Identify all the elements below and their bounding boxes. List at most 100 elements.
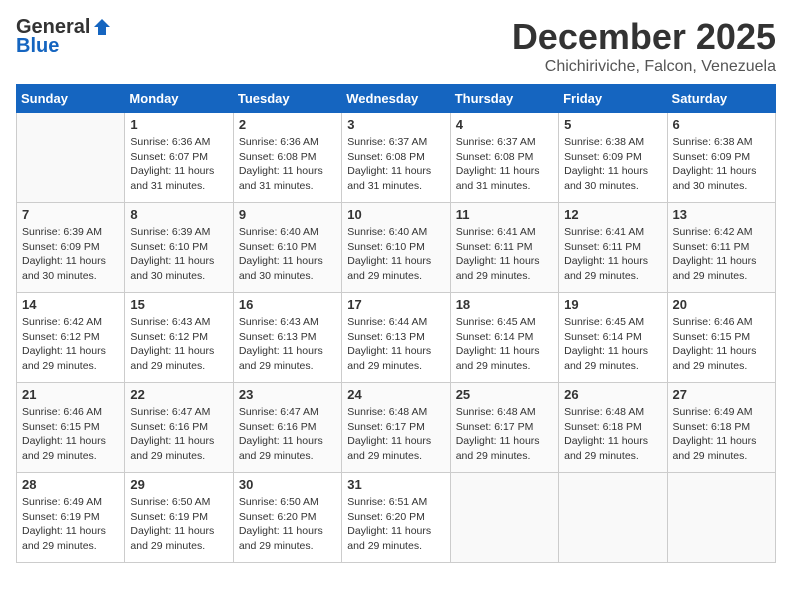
day-number: 14 — [22, 297, 119, 312]
day-info: Sunrise: 6:47 AMSunset: 6:16 PMDaylight:… — [239, 405, 336, 464]
page-header: General Blue December 2025 Chichiriviche… — [16, 16, 776, 76]
calendar-cell — [17, 113, 125, 203]
calendar-cell: 1Sunrise: 6:36 AMSunset: 6:07 PMDaylight… — [125, 113, 233, 203]
calendar-cell — [450, 473, 558, 563]
day-number: 13 — [673, 207, 770, 222]
calendar-cell: 6 Sunrise: 6:38 AMSunset: 6:09 PMDaylight… — [667, 113, 775, 203]
day-info: Sunrise: 6:39 AMSunset: 6:09 PMDaylight:… — [22, 225, 119, 284]
calendar-cell: 5Sunrise: 6:38 AMSunset: 6:09 PMDaylight… — [559, 113, 667, 203]
day-info: Sunrise: 6:41 AMSunset: 6:11 PMDaylight:… — [456, 225, 553, 284]
calendar-cell: 22 Sunrise: 6:47 AMSunset: 6:16 PMDayligh… — [125, 383, 233, 473]
day-number: 22 — [130, 387, 227, 402]
calendar-cell: 9Sunrise: 6:40 AMSunset: 6:10 PMDaylight… — [233, 203, 341, 293]
day-info: Sunrise: 6:39 AMSunset: 6:10 PMDaylight:… — [130, 225, 227, 284]
calendar-cell: 28 Sunrise: 6:49 AMSunset: 6:19 PMDayligh… — [17, 473, 125, 563]
day-info: Sunrise: 6:40 AMSunset: 6:10 PMDaylight:… — [239, 225, 336, 284]
calendar-cell: 26Sunrise: 6:48 AMSunset: 6:18 PMDayligh… — [559, 383, 667, 473]
location-subtitle: Chichiriviche, Falcon, Venezuela — [512, 58, 776, 76]
day-number: 3 — [347, 117, 444, 132]
day-number: 4 — [456, 117, 553, 132]
day-number: 29 — [130, 477, 227, 492]
calendar-week-row: 1Sunrise: 6:36 AMSunset: 6:07 PMDaylight… — [17, 113, 776, 203]
day-info: Sunrise: 6:45 AMSunset: 6:14 PMDaylight:… — [456, 315, 553, 374]
title-block: December 2025 Chichiriviche, Falcon, Ven… — [512, 16, 776, 76]
calendar-cell: 21Sunrise: 6:46 AMSunset: 6:15 PMDayligh… — [17, 383, 125, 473]
day-number: 28 — [22, 477, 119, 492]
day-info: Sunrise: 6:38 AMSunset: 6:09 PMDaylight:… — [673, 135, 770, 194]
calendar-week-row: 21Sunrise: 6:46 AMSunset: 6:15 PMDayligh… — [17, 383, 776, 473]
calendar-cell: 17 Sunrise: 6:44 AMSunset: 6:13 PMDayligh… — [342, 293, 450, 383]
day-number: 12 — [564, 207, 661, 222]
calendar-cell: 29 Sunrise: 6:50 AMSunset: 6:19 PMDayligh… — [125, 473, 233, 563]
day-number: 10 — [347, 207, 444, 222]
weekday-header-saturday: Saturday — [667, 85, 775, 113]
day-info: Sunrise: 6:49 AMSunset: 6:19 PMDaylight:… — [22, 495, 119, 554]
weekday-header-monday: Monday — [125, 85, 233, 113]
calendar-cell: 23 Sunrise: 6:47 AMSunset: 6:16 PMDayligh… — [233, 383, 341, 473]
day-info: Sunrise: 6:50 AMSunset: 6:19 PMDaylight:… — [130, 495, 227, 554]
day-info: Sunrise: 6:48 AMSunset: 6:17 PMDaylight:… — [347, 405, 444, 464]
calendar-week-row: 28 Sunrise: 6:49 AMSunset: 6:19 PMDayligh… — [17, 473, 776, 563]
day-info: Sunrise: 6:37 AMSunset: 6:08 PMDaylight:… — [347, 135, 444, 194]
day-number: 15 — [130, 297, 227, 312]
day-number: 27 — [673, 387, 770, 402]
day-number: 6 — [673, 117, 770, 132]
day-info: Sunrise: 6:40 AMSunset: 6:10 PMDaylight:… — [347, 225, 444, 284]
day-number: 16 — [239, 297, 336, 312]
calendar-cell: 16 Sunrise: 6:43 AMSunset: 6:13 PMDayligh… — [233, 293, 341, 383]
day-info: Sunrise: 6:43 AMSunset: 6:13 PMDaylight:… — [239, 315, 336, 374]
calendar-cell: 15Sunrise: 6:43 AMSunset: 6:12 PMDayligh… — [125, 293, 233, 383]
day-info: Sunrise: 6:38 AMSunset: 6:09 PMDaylight:… — [564, 135, 661, 194]
calendar-cell: 27 Sunrise: 6:49 AMSunset: 6:18 PMDayligh… — [667, 383, 775, 473]
day-info: Sunrise: 6:45 AMSunset: 6:14 PMDaylight:… — [564, 315, 661, 374]
calendar-week-row: 7Sunrise: 6:39 AMSunset: 6:09 PMDaylight… — [17, 203, 776, 293]
calendar-cell: 14 Sunrise: 6:42 AMSunset: 6:12 PMDayligh… — [17, 293, 125, 383]
day-info: Sunrise: 6:46 AMSunset: 6:15 PMDaylight:… — [673, 315, 770, 374]
day-number: 17 — [347, 297, 444, 312]
day-number: 25 — [456, 387, 553, 402]
weekday-header-tuesday: Tuesday — [233, 85, 341, 113]
weekday-header-friday: Friday — [559, 85, 667, 113]
day-info: Sunrise: 6:42 AMSunset: 6:11 PMDaylight:… — [673, 225, 770, 284]
day-number: 8 — [130, 207, 227, 222]
calendar-cell: 19 Sunrise: 6:45 AMSunset: 6:14 PMDayligh… — [559, 293, 667, 383]
day-number: 30 — [239, 477, 336, 492]
day-info: Sunrise: 6:51 AMSunset: 6:20 PMDaylight:… — [347, 495, 444, 554]
logo-icon — [92, 17, 112, 37]
calendar-cell — [559, 473, 667, 563]
day-info: Sunrise: 6:47 AMSunset: 6:16 PMDaylight:… — [130, 405, 227, 464]
calendar-week-row: 14 Sunrise: 6:42 AMSunset: 6:12 PMDayligh… — [17, 293, 776, 383]
day-info: Sunrise: 6:36 AMSunset: 6:08 PMDaylight:… — [239, 135, 336, 194]
calendar-cell: 4 Sunrise: 6:37 AMSunset: 6:08 PMDaylight… — [450, 113, 558, 203]
day-info: Sunrise: 6:50 AMSunset: 6:20 PMDaylight:… — [239, 495, 336, 554]
calendar-cell: 30 Sunrise: 6:50 AMSunset: 6:20 PMDayligh… — [233, 473, 341, 563]
day-number: 24 — [347, 387, 444, 402]
calendar-cell: 2 Sunrise: 6:36 AMSunset: 6:08 PMDaylight… — [233, 113, 341, 203]
calendar-table: SundayMondayTuesdayWednesdayThursdayFrid… — [16, 84, 776, 563]
weekday-header-sunday: Sunday — [17, 85, 125, 113]
day-number: 11 — [456, 207, 553, 222]
day-number: 26 — [564, 387, 661, 402]
day-number: 18 — [456, 297, 553, 312]
day-number: 23 — [239, 387, 336, 402]
day-number: 2 — [239, 117, 336, 132]
weekday-header-row: SundayMondayTuesdayWednesdayThursdayFrid… — [17, 85, 776, 113]
day-info: Sunrise: 6:49 AMSunset: 6:18 PMDaylight:… — [673, 405, 770, 464]
calendar-cell: 12 Sunrise: 6:41 AMSunset: 6:11 PMDayligh… — [559, 203, 667, 293]
month-title: December 2025 — [512, 16, 776, 58]
calendar-cell: 3 Sunrise: 6:37 AMSunset: 6:08 PMDaylight… — [342, 113, 450, 203]
day-info: Sunrise: 6:44 AMSunset: 6:13 PMDaylight:… — [347, 315, 444, 374]
logo: General Blue — [16, 16, 112, 58]
weekday-header-wednesday: Wednesday — [342, 85, 450, 113]
day-info: Sunrise: 6:46 AMSunset: 6:15 PMDaylight:… — [22, 405, 119, 464]
logo-blue-text: Blue — [16, 35, 59, 58]
day-number: 31 — [347, 477, 444, 492]
calendar-cell: 18 Sunrise: 6:45 AMSunset: 6:14 PMDayligh… — [450, 293, 558, 383]
day-info: Sunrise: 6:37 AMSunset: 6:08 PMDaylight:… — [456, 135, 553, 194]
day-info: Sunrise: 6:42 AMSunset: 6:12 PMDaylight:… — [22, 315, 119, 374]
calendar-cell: 13 Sunrise: 6:42 AMSunset: 6:11 PMDayligh… — [667, 203, 775, 293]
calendar-cell: 24 Sunrise: 6:48 AMSunset: 6:17 PMDayligh… — [342, 383, 450, 473]
day-number: 19 — [564, 297, 661, 312]
day-info: Sunrise: 6:41 AMSunset: 6:11 PMDaylight:… — [564, 225, 661, 284]
calendar-cell: 7Sunrise: 6:39 AMSunset: 6:09 PMDaylight… — [17, 203, 125, 293]
